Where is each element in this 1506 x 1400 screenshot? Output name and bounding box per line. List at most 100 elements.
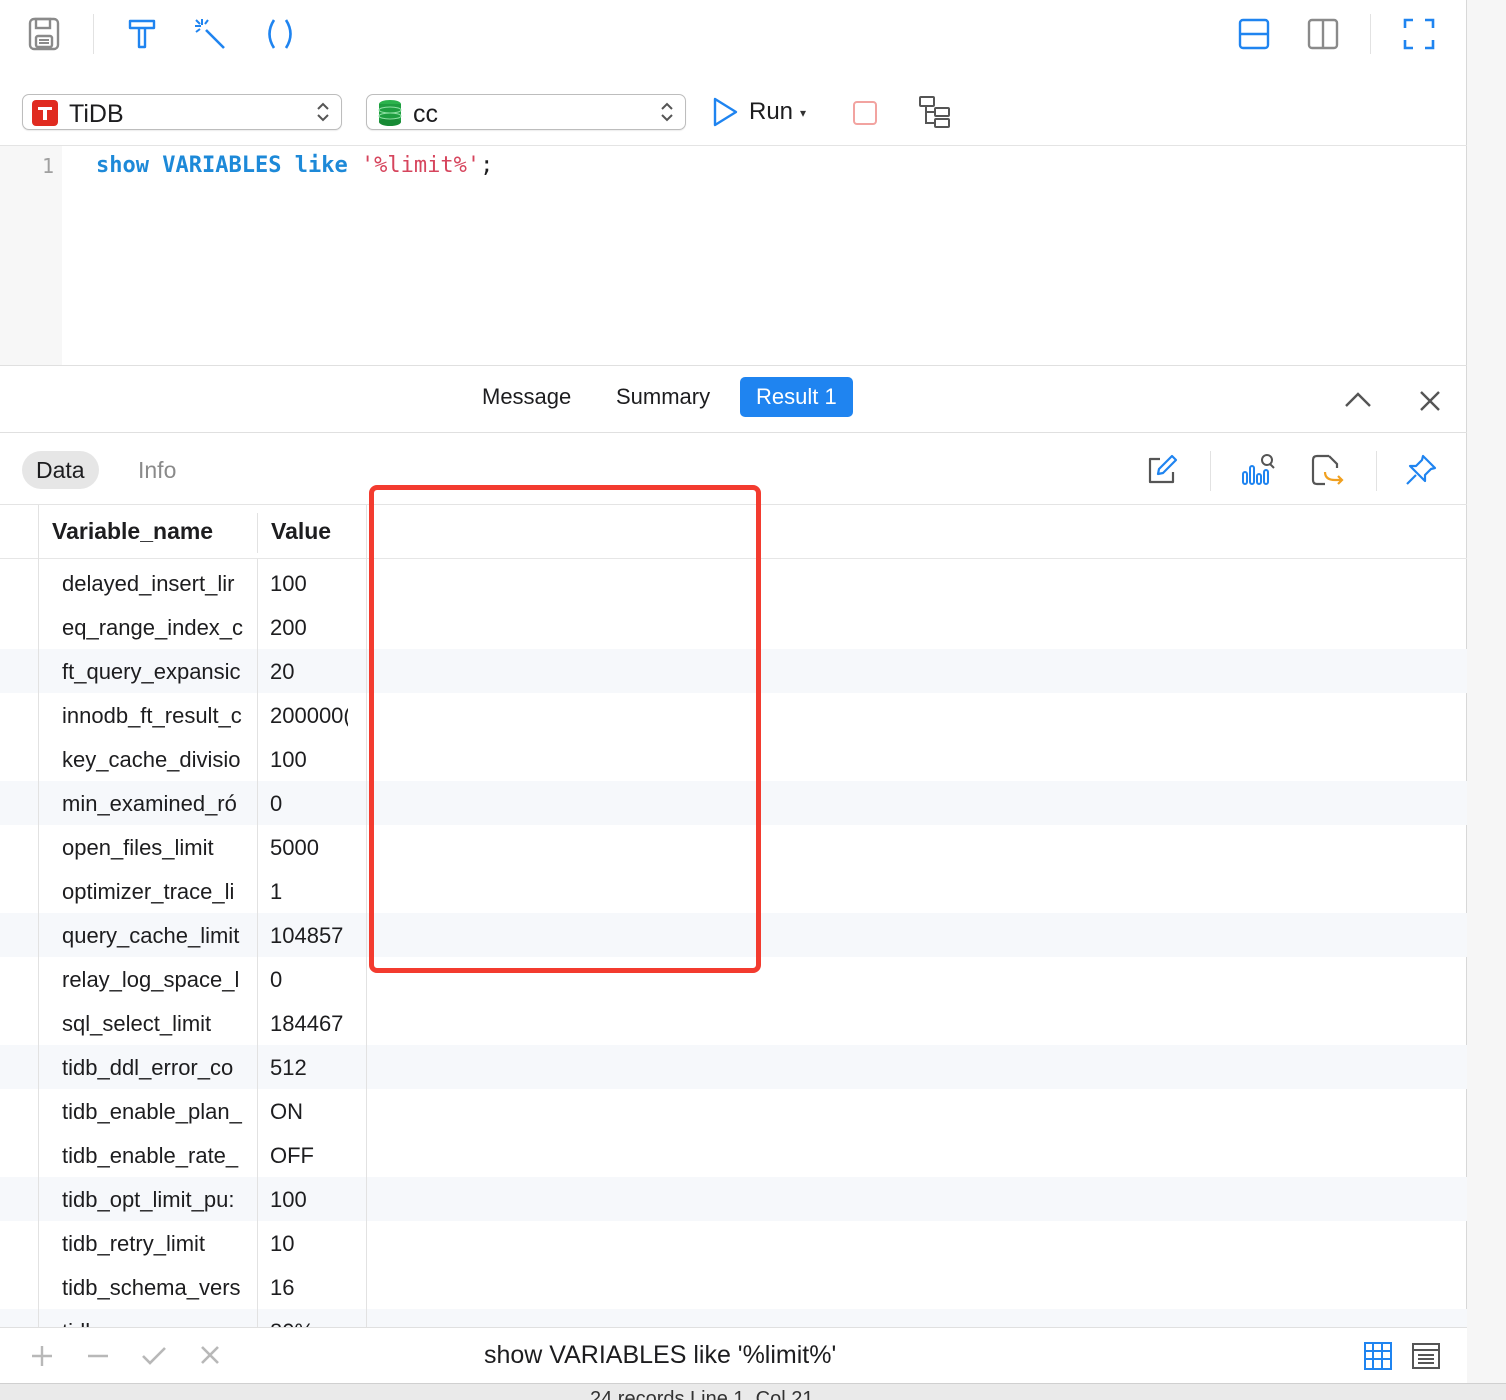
tidb-logo-icon xyxy=(32,100,58,126)
split-vertical-icon[interactable] xyxy=(1305,16,1341,52)
cell-variable-name[interactable]: tidb_schema_vers xyxy=(62,1275,250,1301)
line-number: 1 xyxy=(41,154,54,178)
table-row[interactable]: tidb_enable_rate_ OFF xyxy=(0,1133,1467,1177)
cell-value[interactable]: 200000( xyxy=(270,703,348,729)
export-icon[interactable] xyxy=(1309,452,1345,488)
cell-value[interactable]: 512 xyxy=(270,1055,348,1081)
cell-value[interactable]: 184467 xyxy=(270,1011,348,1037)
cell-value[interactable]: ON xyxy=(270,1099,348,1125)
status-text: 24 records Line 1, Col 21 xyxy=(590,1388,814,1400)
cell-variable-name[interactable]: tidb_enable_plan_ xyxy=(62,1099,250,1125)
sql-editor[interactable]: 1 show VARIABLES like '%limit%'; xyxy=(0,145,1467,366)
cell-variable-name[interactable]: key_cache_divisio xyxy=(62,747,250,773)
footer-query-text: show VARIABLES like '%limit%' xyxy=(484,1341,837,1369)
table-row[interactable]: sql_select_limit 184467 xyxy=(0,1001,1467,1045)
cell-variable-name[interactable]: eq_range_index_c xyxy=(62,615,250,641)
tab-result-1[interactable]: Result 1 xyxy=(740,377,853,417)
cell-variable-name[interactable]: delayed_insert_lir xyxy=(62,571,250,597)
database-green-icon xyxy=(378,100,402,126)
format-hammer-icon[interactable] xyxy=(124,16,160,52)
parentheses-icon[interactable] xyxy=(262,16,298,52)
cell-value[interactable]: 0 xyxy=(270,967,348,993)
grid-view-icon[interactable] xyxy=(1362,1340,1394,1372)
cell-value[interactable]: 0 xyxy=(270,791,348,817)
magic-wand-icon[interactable] xyxy=(192,16,228,52)
run-play-icon[interactable] xyxy=(710,96,740,128)
tab-message[interactable]: Message xyxy=(466,377,587,417)
tab-data[interactable]: Data xyxy=(22,451,99,489)
cell-variable-name[interactable]: innodb_ft_result_c xyxy=(62,703,250,729)
cell-variable-name[interactable]: tidb_enable_rate_ xyxy=(62,1143,250,1169)
cell-value[interactable]: 5000 xyxy=(270,835,348,861)
chevron-up-icon[interactable] xyxy=(1343,388,1373,412)
table-row[interactable]: tidb_opt_limit_pu: 100 xyxy=(0,1177,1467,1221)
window-edge xyxy=(1467,0,1506,1400)
action-separator xyxy=(1376,451,1377,491)
chart-search-icon[interactable] xyxy=(1240,452,1276,488)
cell-variable-name[interactable]: tidb_retry_limit xyxy=(62,1231,250,1257)
cell-variable-name[interactable]: open_files_limit xyxy=(62,835,250,861)
apply-check-icon[interactable] xyxy=(141,1344,167,1368)
sql-keyword: show xyxy=(96,153,149,178)
cell-value[interactable]: 104857 xyxy=(270,923,348,949)
close-icon[interactable] xyxy=(1417,388,1443,414)
cell-variable-name[interactable]: tidb_opt_limit_pu: xyxy=(62,1187,250,1213)
pin-icon[interactable] xyxy=(1403,452,1439,488)
cell-variable-name[interactable]: relay_log_space_l xyxy=(62,967,250,993)
edit-pencil-icon[interactable] xyxy=(1144,452,1180,488)
cell-value[interactable]: 80% xyxy=(270,1319,348,1327)
table-row[interactable]: tidb_enable_plan_ ON xyxy=(0,1089,1467,1133)
column-header-variable-name[interactable]: Variable_name xyxy=(52,518,213,545)
cell-variable-name[interactable]: query_cache_limit xyxy=(62,923,250,949)
cell-value[interactable]: 10 xyxy=(270,1231,348,1257)
connection-select[interactable]: TiDB xyxy=(22,94,342,130)
sql-string: '%limit%' xyxy=(360,153,481,178)
column-divider xyxy=(38,505,39,1327)
sql-keyword: VARIABLES xyxy=(162,153,282,178)
sql-code-line[interactable]: show VARIABLES like '%limit%'; xyxy=(96,153,493,178)
database-select[interactable]: cc xyxy=(366,94,686,130)
split-horizontal-icon[interactable] xyxy=(1236,16,1272,52)
stop-icon[interactable] xyxy=(851,99,879,127)
table-row[interactable]: tidb_schema_vers 16 xyxy=(0,1265,1467,1309)
database-name: cc xyxy=(413,100,438,128)
tab-summary[interactable]: Summary xyxy=(600,377,726,417)
toolbar-separator xyxy=(93,14,94,54)
add-row-icon[interactable] xyxy=(30,1344,54,1368)
cell-variable-name[interactable]: optimizer_trace_li xyxy=(62,879,250,905)
table-row[interactable]: tidb_ddl_error_co 512 xyxy=(0,1045,1467,1089)
cell-value[interactable]: 100 xyxy=(270,747,348,773)
discard-x-icon[interactable] xyxy=(199,1344,221,1366)
run-dropdown-caret[interactable]: ▾ xyxy=(800,106,806,120)
cell-value[interactable]: 16 xyxy=(270,1275,348,1301)
column-divider[interactable] xyxy=(366,505,367,1327)
cell-variable-name[interactable]: tidb_ xyxy=(62,1319,250,1327)
sql-punctuation: ; xyxy=(480,153,494,178)
cell-value[interactable]: 1 xyxy=(270,879,348,905)
column-divider[interactable] xyxy=(257,513,258,553)
table-row[interactable]: tidb_retry_limit 10 xyxy=(0,1221,1467,1265)
fullscreen-icon[interactable] xyxy=(1401,16,1437,52)
cell-variable-name[interactable]: ft_query_expansic xyxy=(62,659,250,685)
remove-row-icon[interactable] xyxy=(86,1344,110,1368)
cell-value[interactable]: OFF xyxy=(270,1143,348,1169)
cell-variable-name[interactable]: sql_select_limit xyxy=(62,1011,250,1037)
cell-value[interactable]: 100 xyxy=(270,571,348,597)
run-button[interactable]: Run xyxy=(749,98,793,126)
form-view-icon[interactable] xyxy=(1410,1340,1442,1372)
cell-value[interactable]: 20 xyxy=(270,659,348,685)
tab-info[interactable]: Info xyxy=(124,451,190,489)
sql-keyword: like xyxy=(294,153,348,178)
app-window: TiDB cc Run ▾ 1 show VARIABLES like '%li… xyxy=(0,0,1467,1400)
column-divider xyxy=(257,559,258,1327)
save-icon[interactable] xyxy=(26,16,62,52)
cell-variable-name[interactable]: tidb_ddl_error_co xyxy=(62,1055,250,1081)
column-header-value[interactable]: Value xyxy=(271,518,331,545)
cell-value[interactable]: 100 xyxy=(270,1187,348,1213)
cell-variable-name[interactable]: min_examined_ró xyxy=(62,791,250,817)
table-row[interactable]: tidb_ 80% xyxy=(0,1309,1467,1327)
chevron-updown-icon xyxy=(661,102,673,122)
explain-plan-icon[interactable] xyxy=(917,95,953,129)
cell-value[interactable]: 200 xyxy=(270,615,348,641)
line-gutter: 1 xyxy=(0,146,62,366)
